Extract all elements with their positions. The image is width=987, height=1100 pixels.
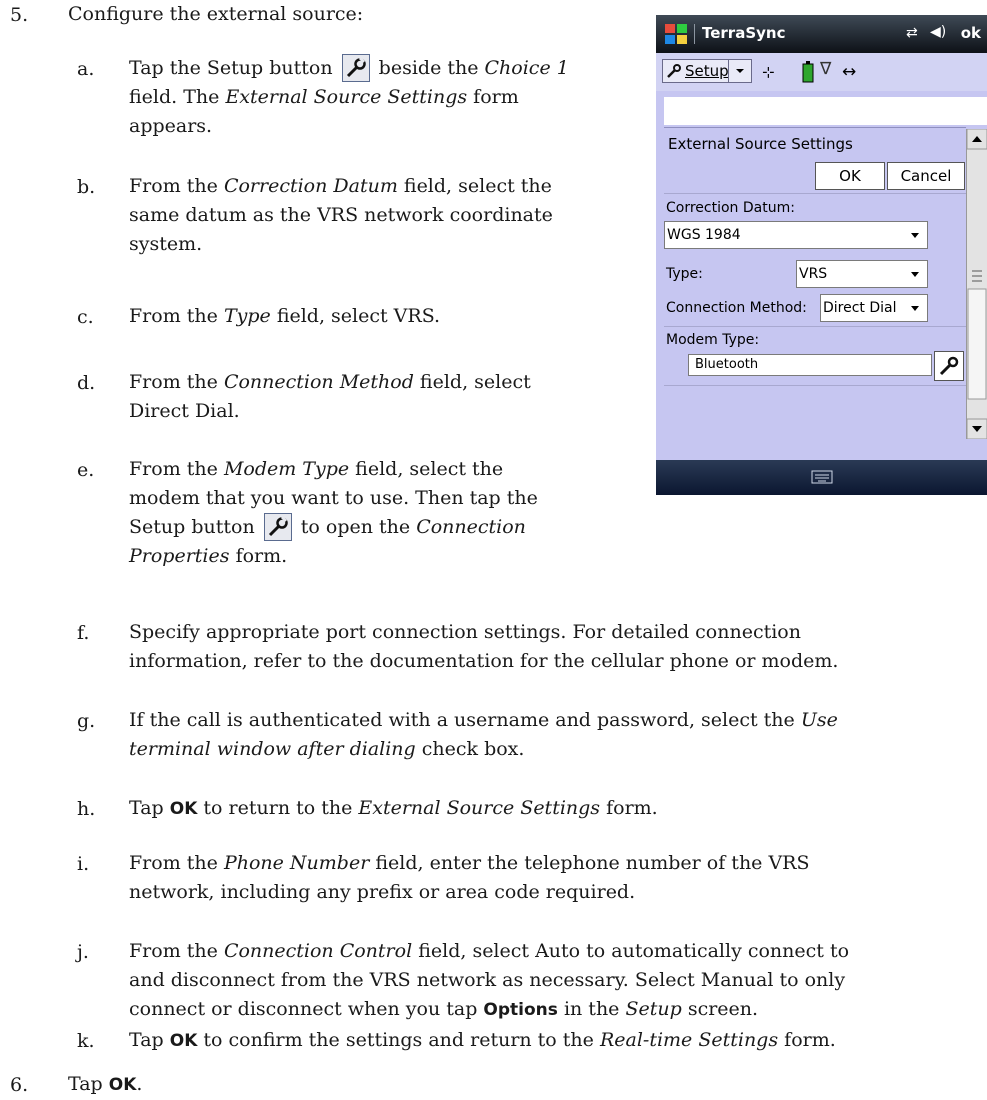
substep-e-letter: e. [77,459,95,481]
chevron-down-icon [911,272,919,277]
substep-a-letter: a. [77,58,95,80]
setup-menu-button[interactable]: Setup [662,59,752,83]
type-value: VRS [799,266,828,282]
modem-type-select[interactable]: Bluetooth [688,354,932,376]
substep-e-text: From the Modem Type field, select the mo… [129,458,538,567]
substep-i-letter: i. [77,853,90,875]
form-title: External Source Settings [668,135,853,153]
step-6-text: Tap OK. [68,1073,143,1095]
substep-f-letter: f. [77,622,90,644]
substep-a-text: Tap the Setup button beside the Choice 1… [129,54,569,141]
arrows-icon[interactable]: ↔ [842,62,856,82]
device-screenshot: TerraSync ⇄ ◀) ok Setup ⊹ ∇ ↔ External S… [656,15,987,495]
filter-icon[interactable]: ∇ [820,59,831,79]
substep-c-letter: c. [77,306,94,328]
step-5-text: Configure the external source: [68,3,364,25]
step-6-number: 6. [10,1074,29,1096]
wrench-icon [938,356,960,381]
keyboard-icon[interactable] [811,469,833,489]
modem-type-value: Bluetooth [695,357,759,372]
vertical-scrollbar[interactable] [966,128,987,440]
external-source-settings-form: External Source Settings OK Cancel Corre… [664,129,966,439]
substep-c-text: From the Type field, select VRS. [129,305,441,327]
connection-method-label: Connection Method: [666,300,807,316]
modem-setup-button[interactable] [934,351,964,381]
device-title-bar: TerraSync ⇄ ◀) ok [656,15,987,53]
setup-wrench-icon [341,54,370,82]
substep-f-text: Specify appropriate port connection sett… [129,621,839,672]
ok-button[interactable]: ok [961,24,981,42]
correction-datum-value: WGS 1984 [667,227,741,243]
volume-icon[interactable]: ◀) [930,24,946,40]
windows-flag-icon[interactable] [664,23,688,49]
connection-method-select[interactable]: Direct Dial [820,294,928,322]
substep-i-text: From the Phone Number field, enter the t… [129,852,810,903]
app-title: TerraSync [702,24,786,42]
substep-h-text: Tap OK to return to the External Source … [129,797,658,819]
substep-g-letter: g. [77,710,96,732]
satellite-icon[interactable]: ⊹ [762,63,775,81]
correction-datum-label: Correction Datum: [666,200,795,216]
substep-b-letter: b. [77,176,96,198]
modem-type-label: Modem Type: [666,332,760,348]
substep-j-text: From the Connection Control field, selec… [129,940,850,1020]
device-toolbar: Setup ⊹ ∇ ↔ [656,53,987,91]
type-label: Type: [666,266,703,282]
substep-k-text: Tap OK to confirm the settings and retur… [129,1029,836,1051]
substep-h-letter: h. [77,798,96,820]
connection-method-value: Direct Dial [823,300,897,316]
form-cancel-button[interactable]: Cancel [887,162,965,190]
chevron-down-icon [911,306,919,311]
substep-b-text: From the Correction Datum field, select … [129,175,553,255]
battery-icon [802,61,814,87]
substep-k-letter: k. [77,1030,95,1052]
device-bottom-bar [656,460,987,495]
step-5-number: 5. [10,4,29,26]
substep-d-letter: d. [77,372,96,394]
setup-label: Setup [685,62,729,80]
substep-j-letter: j. [77,941,89,963]
correction-datum-select[interactable]: WGS 1984 [664,221,928,249]
substep-d-text: From the Connection Method field, select… [129,371,531,422]
chevron-down-icon [911,233,919,238]
setup-wrench-icon [263,513,292,541]
type-select[interactable]: VRS [796,260,928,288]
status-strip [664,97,987,125]
connectivity-icon[interactable]: ⇄ [906,25,918,41]
wrench-icon [666,63,682,83]
form-ok-button[interactable]: OK [815,162,885,190]
substep-g-text: If the call is authenticated with a user… [129,709,838,760]
setup-dropdown-arrow-icon[interactable] [728,60,751,82]
